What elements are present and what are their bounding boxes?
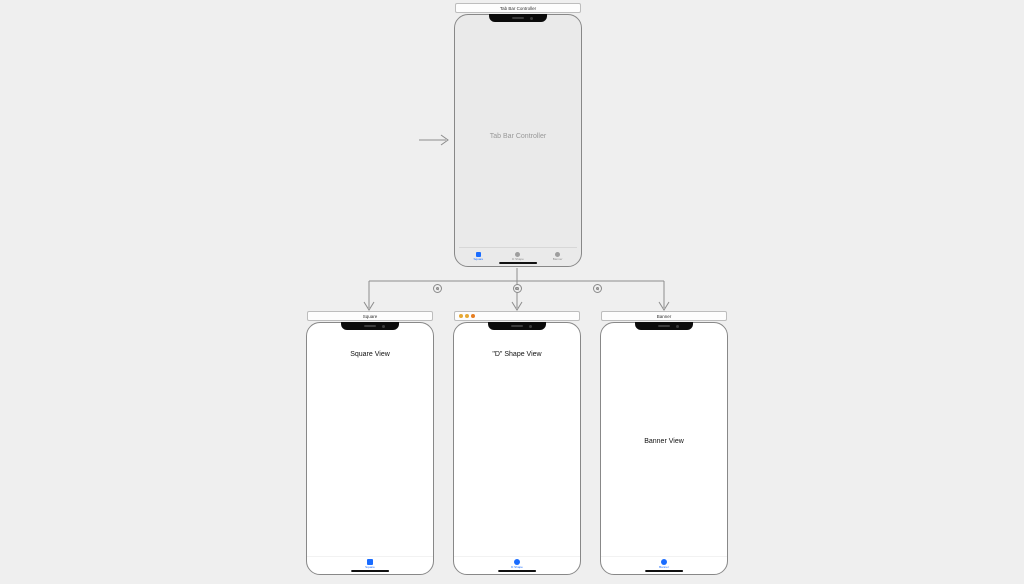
- tab-item[interactable]: D Shape: [511, 559, 523, 569]
- scene-banner[interactable]: Banner Banner View Banner: [600, 311, 728, 575]
- tab-label: Square: [365, 566, 375, 569]
- device-notch: [488, 322, 546, 330]
- traffic-light-icon: [459, 314, 463, 318]
- scene-title-bar[interactable]: Banner: [601, 311, 727, 321]
- tab-bar[interactable]: Banner: [601, 556, 727, 569]
- device-notch: [341, 322, 399, 330]
- traffic-light-icon: [465, 314, 469, 318]
- segue-badge-icon[interactable]: [513, 284, 522, 293]
- view-title-label: Square View: [307, 351, 433, 358]
- view-title-label: Banner View: [601, 438, 727, 445]
- tab-label: Square: [473, 258, 483, 261]
- device-dshape[interactable]: "D" Shape View D Shape: [453, 322, 581, 575]
- scene-title-bar-active[interactable]: [454, 311, 580, 321]
- scene-title-label: Tab Bar Controller: [500, 6, 536, 11]
- home-indicator: [499, 262, 537, 264]
- tab-bar[interactable]: Square: [307, 556, 433, 569]
- device-banner[interactable]: Banner View Banner: [600, 322, 728, 575]
- tab-item[interactable]: Banner: [659, 559, 669, 569]
- traffic-light-icon: [471, 314, 475, 318]
- scene-title-label: Square: [363, 314, 378, 319]
- scene-root[interactable]: Tab Bar Controller Tab Bar Controller Sq…: [454, 3, 582, 267]
- scene-dshape[interactable]: "D" Shape View D Shape: [453, 311, 581, 575]
- scene-title-bar[interactable]: Tab Bar Controller: [455, 3, 581, 13]
- scene-square[interactable]: Square Square View Square: [306, 311, 434, 575]
- tab-item-banner[interactable]: Banner: [553, 252, 563, 261]
- tab-item-dshape[interactable]: D Shape: [512, 252, 524, 261]
- device-tab-bar-controller[interactable]: Tab Bar Controller Square D Shape Banner: [454, 14, 582, 267]
- home-indicator: [645, 570, 683, 572]
- segue-badge-icon[interactable]: [593, 284, 602, 293]
- device-notch: [489, 14, 547, 22]
- tab-item-square[interactable]: Square: [473, 252, 483, 261]
- tab-label: Banner: [659, 566, 669, 569]
- tab-label: D Shape: [511, 566, 523, 569]
- view-placeholder-label: Tab Bar Controller: [455, 133, 581, 140]
- home-indicator: [498, 570, 536, 572]
- scene-title-bar[interactable]: Square: [307, 311, 433, 321]
- tab-bar[interactable]: D Shape: [454, 556, 580, 569]
- device-square[interactable]: Square View Square: [306, 322, 434, 575]
- device-notch: [635, 322, 693, 330]
- view-title-label: "D" Shape View: [454, 351, 580, 358]
- tab-bar[interactable]: Square D Shape Banner: [459, 247, 577, 261]
- initial-vc-arrow: [418, 134, 452, 146]
- home-indicator: [351, 570, 389, 572]
- tab-item[interactable]: Square: [365, 559, 375, 569]
- tab-label: D Shape: [512, 258, 524, 261]
- segue-badge-icon[interactable]: [433, 284, 442, 293]
- scene-title-label: Banner: [657, 314, 672, 319]
- tab-label: Banner: [553, 258, 563, 261]
